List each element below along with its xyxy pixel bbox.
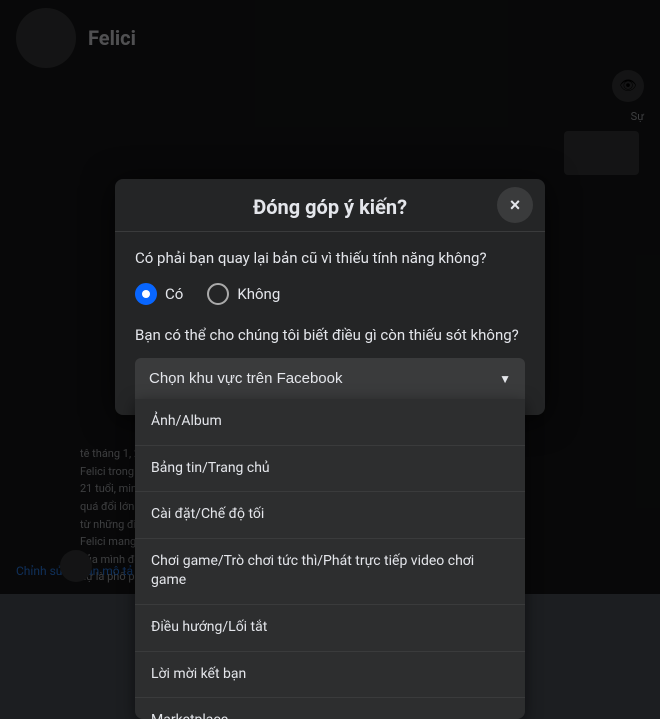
radio-yes-indicator (135, 283, 157, 305)
radio-yes-label: Có (165, 285, 183, 303)
modal-body: Có phải bạn quay lại bản cũ vì thiếu tín… (115, 232, 545, 415)
modal-title: Đóng góp ý kiến? (253, 195, 407, 219)
question2-text: Bạn có thể cho chúng tôi biết điều gì cò… (135, 325, 525, 346)
feedback-modal: Đóng góp ý kiến? × Có phải bạn quay lại … (115, 179, 545, 415)
dropdown-item-3[interactable]: Chơi game/Trò chơi tức thì/Phát trực tiế… (135, 539, 525, 605)
dropdown-button[interactable]: Chọn khu vực trên Facebook ▼ (135, 358, 525, 399)
dropdown-item-2[interactable]: Cài đặt/Chế độ tối (135, 492, 525, 539)
modal-header: Đóng góp ý kiến? × (115, 179, 545, 232)
dropdown-placeholder: Chọn khu vực trên Facebook (149, 370, 342, 387)
dropdown-item-5[interactable]: Lời mời kết bạn (135, 652, 525, 699)
modal-overlay: Đóng góp ý kiến? × Có phải bạn quay lại … (0, 0, 660, 594)
chevron-down-icon: ▼ (499, 372, 511, 386)
radio-group: Có Không (135, 283, 525, 305)
radio-yes-inner (142, 290, 150, 298)
radio-no-indicator (207, 283, 229, 305)
close-button[interactable]: × (497, 187, 533, 223)
dropdown-list: Ảnh/Album Bảng tin/Trang chủ Cài đặt/Chế… (135, 399, 525, 719)
dropdown-wrapper: Chọn khu vực trên Facebook ▼ Ảnh/Album B… (135, 358, 525, 399)
dropdown-item-1[interactable]: Bảng tin/Trang chủ (135, 446, 525, 493)
radio-no-label: Không (237, 285, 280, 303)
radio-no[interactable]: Không (207, 283, 280, 305)
dropdown-item-0[interactable]: Ảnh/Album (135, 399, 525, 446)
dropdown-item-6[interactable]: Marketplace (135, 698, 525, 719)
radio-yes[interactable]: Có (135, 283, 183, 305)
dropdown-item-4[interactable]: Điều hướng/Lối tắt (135, 605, 525, 652)
question1-text: Có phải bạn quay lại bản cũ vì thiếu tín… (135, 248, 525, 269)
